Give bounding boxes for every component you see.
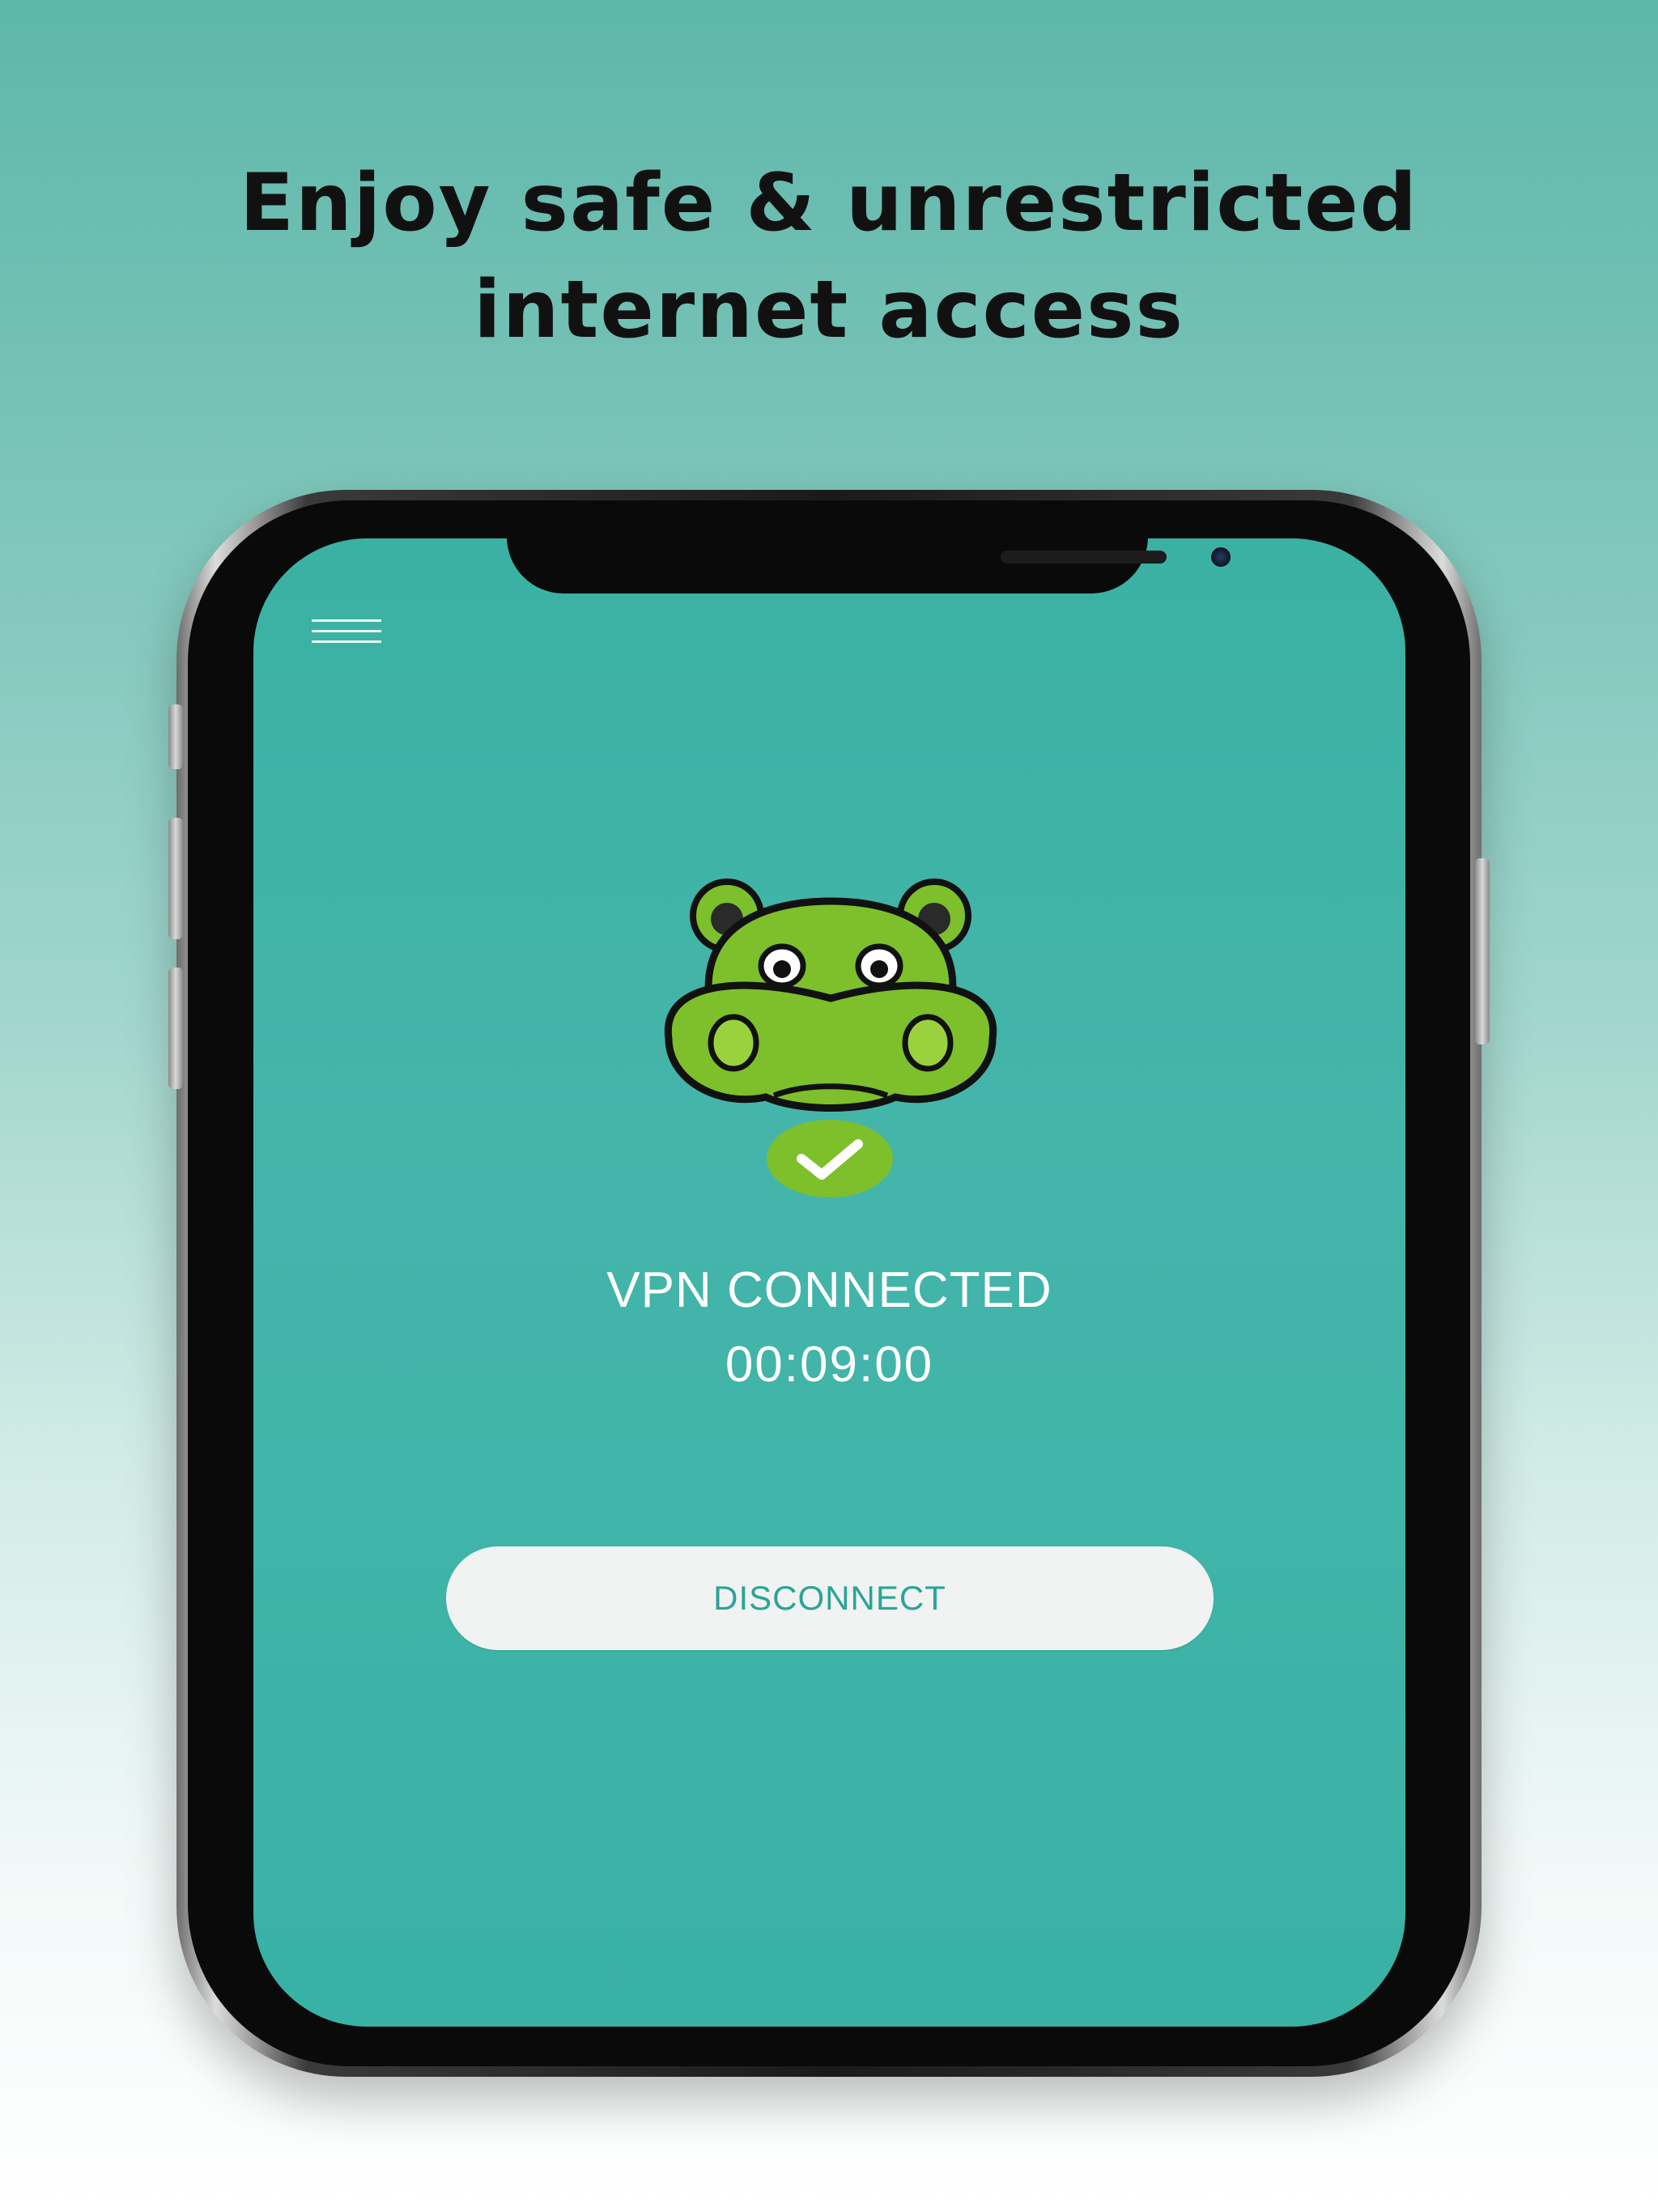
headline-line-1: Enjoy safe & unrestricted <box>240 157 1418 249</box>
disconnect-button[interactable]: DISCONNECT <box>446 1546 1214 1650</box>
app-screen: VPN CONNECTED 00:09:00 DISCONNECT <box>253 538 1405 2027</box>
checkmark-icon <box>767 1120 893 1197</box>
phone-volume-down-button <box>168 968 183 1089</box>
headline: Enjoy safe & unrestricted internet acces… <box>0 150 1658 364</box>
phone-mute-switch <box>168 704 183 769</box>
hamburger-menu-icon[interactable] <box>312 619 385 668</box>
vpn-status-text: VPN CONNECTED <box>606 1262 1052 1318</box>
hippo-mascot-logo <box>664 878 997 1112</box>
connection-timer: 00:09:00 <box>725 1337 934 1393</box>
headline-line-2: internet access <box>474 264 1184 356</box>
phone-volume-up-button <box>168 818 183 939</box>
phone-power-button <box>1475 858 1490 1044</box>
